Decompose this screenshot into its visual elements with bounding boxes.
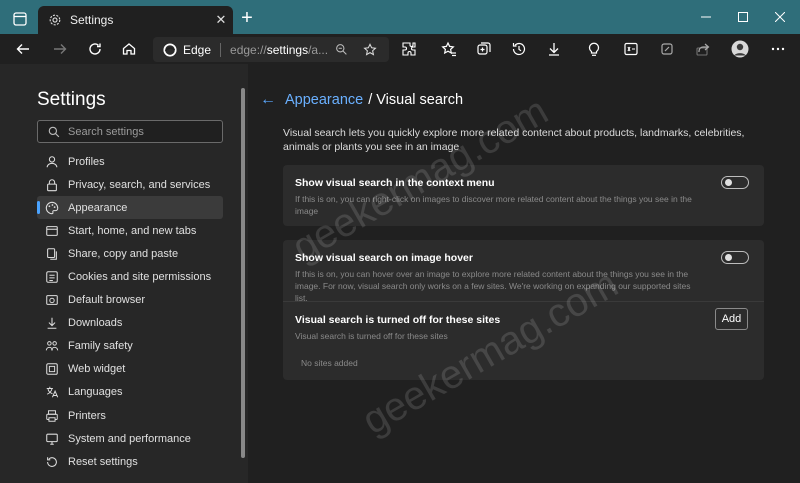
page-title: / Visual search bbox=[368, 92, 464, 108]
back-icon[interactable] bbox=[10, 37, 36, 61]
sidebar-item-cookies[interactable]: Cookies and site permissions bbox=[37, 265, 223, 288]
search-icon bbox=[48, 126, 60, 137]
address-divider bbox=[220, 42, 222, 57]
add-favorite-icon[interactable] bbox=[363, 42, 377, 57]
forward-icon[interactable] bbox=[47, 37, 73, 61]
printer-icon bbox=[46, 409, 58, 422]
page-description: Visual search lets you quickly explore m… bbox=[283, 127, 745, 153]
person-icon bbox=[46, 155, 58, 167]
sidebar-item-default-browser[interactable]: Default browser bbox=[37, 289, 223, 312]
browser-icon bbox=[46, 295, 58, 306]
address-bar[interactable]: Edge edge://settings/a... bbox=[153, 37, 389, 62]
hover-toggle[interactable] bbox=[721, 251, 749, 264]
sidebar-scrollbar[interactable] bbox=[241, 88, 245, 458]
hover-title: Show visual search on image hover bbox=[295, 252, 473, 264]
context-menu-toggle[interactable] bbox=[721, 176, 749, 189]
sidebar-item-appearance[interactable]: Appearance bbox=[37, 196, 223, 220]
share-icon[interactable] bbox=[690, 37, 716, 61]
minimize-icon[interactable] bbox=[686, 0, 726, 34]
hover-desc: If this is on, you can hover over an ima… bbox=[295, 269, 691, 303]
sidebar-item-printers[interactable]: Printers bbox=[37, 404, 223, 427]
settings-page: Settings Search settings Profiles Privac… bbox=[0, 64, 800, 483]
sidebar-item-privacy[interactable]: Privacy, search, and services bbox=[37, 173, 223, 196]
no-sites-label: No sites added bbox=[301, 358, 358, 368]
collections-icon[interactable] bbox=[471, 37, 497, 61]
sidebar-item-profiles[interactable]: Profiles bbox=[37, 150, 223, 173]
reset-icon bbox=[47, 456, 57, 467]
back-arrow-icon[interactable]: ← bbox=[260, 91, 276, 109]
home-icon[interactable] bbox=[116, 37, 142, 61]
context-menu-desc: If this is on, you can right-click on im… bbox=[295, 194, 692, 216]
appearance-icon bbox=[45, 201, 59, 214]
system-icon bbox=[46, 433, 58, 445]
sidebar-item-languages[interactable]: Languages bbox=[37, 381, 223, 404]
hover-setting-card: Show visual search on image hover If thi… bbox=[283, 240, 764, 380]
toolbar: Edge edge://settings/a... bbox=[0, 34, 800, 64]
sidebar-item-system[interactable]: System and performance bbox=[37, 427, 223, 450]
context-menu-setting-card: Show visual search in the context menu I… bbox=[283, 165, 764, 226]
new-tab-button[interactable]: + bbox=[238, 8, 256, 28]
sidebar-item-family-safety[interactable]: Family safety bbox=[37, 335, 223, 358]
refresh-icon[interactable] bbox=[82, 37, 108, 61]
sidebar-item-share-copy[interactable]: Share, copy and paste bbox=[37, 242, 223, 265]
maximize-icon[interactable] bbox=[723, 0, 763, 34]
visual-search-panel: ← Appearance / Visual search Visual sear… bbox=[248, 64, 800, 483]
home-tabs-icon bbox=[46, 225, 58, 236]
tab-settings[interactable]: Settings ✕ bbox=[38, 6, 233, 34]
edge-logo-icon bbox=[163, 42, 177, 57]
breadcrumb-appearance-link[interactable]: Appearance bbox=[285, 92, 363, 108]
settings-sidebar: Settings Search settings Profiles Privac… bbox=[0, 64, 248, 483]
breadcrumb: ← Appearance / Visual search bbox=[260, 91, 463, 109]
performance-icon[interactable] bbox=[654, 37, 680, 61]
close-window-icon[interactable] bbox=[760, 0, 800, 34]
more-menu-icon[interactable] bbox=[765, 37, 791, 61]
title-bar: Settings ✕ + bbox=[0, 0, 800, 34]
widget-icon bbox=[46, 363, 58, 376]
cookies-icon bbox=[46, 271, 58, 283]
tab-actions-icon[interactable] bbox=[6, 8, 34, 30]
close-tab-icon[interactable]: ✕ bbox=[209, 9, 233, 31]
history-icon[interactable] bbox=[506, 37, 532, 61]
gear-icon bbox=[49, 14, 61, 26]
search-settings-input[interactable]: Search settings bbox=[37, 120, 223, 143]
search-placeholder: Search settings bbox=[68, 125, 144, 138]
sidebar-item-start-home[interactable]: Start, home, and new tabs bbox=[37, 219, 223, 242]
tips-bulb-icon[interactable] bbox=[581, 37, 607, 61]
extensions-icon[interactable] bbox=[396, 37, 422, 61]
add-site-button[interactable]: Add bbox=[715, 308, 748, 330]
sidebar-item-downloads[interactable]: Downloads bbox=[37, 312, 223, 335]
blocked-sites-title: Visual search is turned off for these si… bbox=[295, 314, 501, 326]
math-solver-icon[interactable] bbox=[618, 37, 644, 61]
language-icon bbox=[46, 387, 59, 398]
sidebar-item-web-widget[interactable]: Web widget bbox=[37, 358, 223, 381]
context-menu-title: Show visual search in the context menu bbox=[295, 177, 495, 189]
profile-avatar[interactable] bbox=[726, 37, 754, 61]
url-text: edge://settings/a... bbox=[230, 42, 329, 57]
download-icon bbox=[47, 317, 57, 329]
edge-brand-label: Edge bbox=[183, 42, 212, 57]
sidebar-title: Settings bbox=[37, 89, 106, 110]
blocked-sites-desc: Visual search is turned off for these si… bbox=[295, 331, 448, 341]
sidebar-item-reset[interactable]: Reset settings bbox=[37, 450, 223, 473]
tab-title: Settings bbox=[70, 13, 114, 27]
zoom-icon[interactable] bbox=[335, 43, 348, 56]
family-icon bbox=[45, 341, 59, 351]
share-icon bbox=[47, 248, 57, 260]
card-divider bbox=[283, 301, 764, 302]
settings-nav: Profiles Privacy, search, and services A… bbox=[37, 150, 223, 473]
favorites-icon[interactable] bbox=[436, 37, 462, 61]
downloads-icon[interactable] bbox=[541, 37, 567, 61]
lock-icon bbox=[47, 178, 57, 191]
